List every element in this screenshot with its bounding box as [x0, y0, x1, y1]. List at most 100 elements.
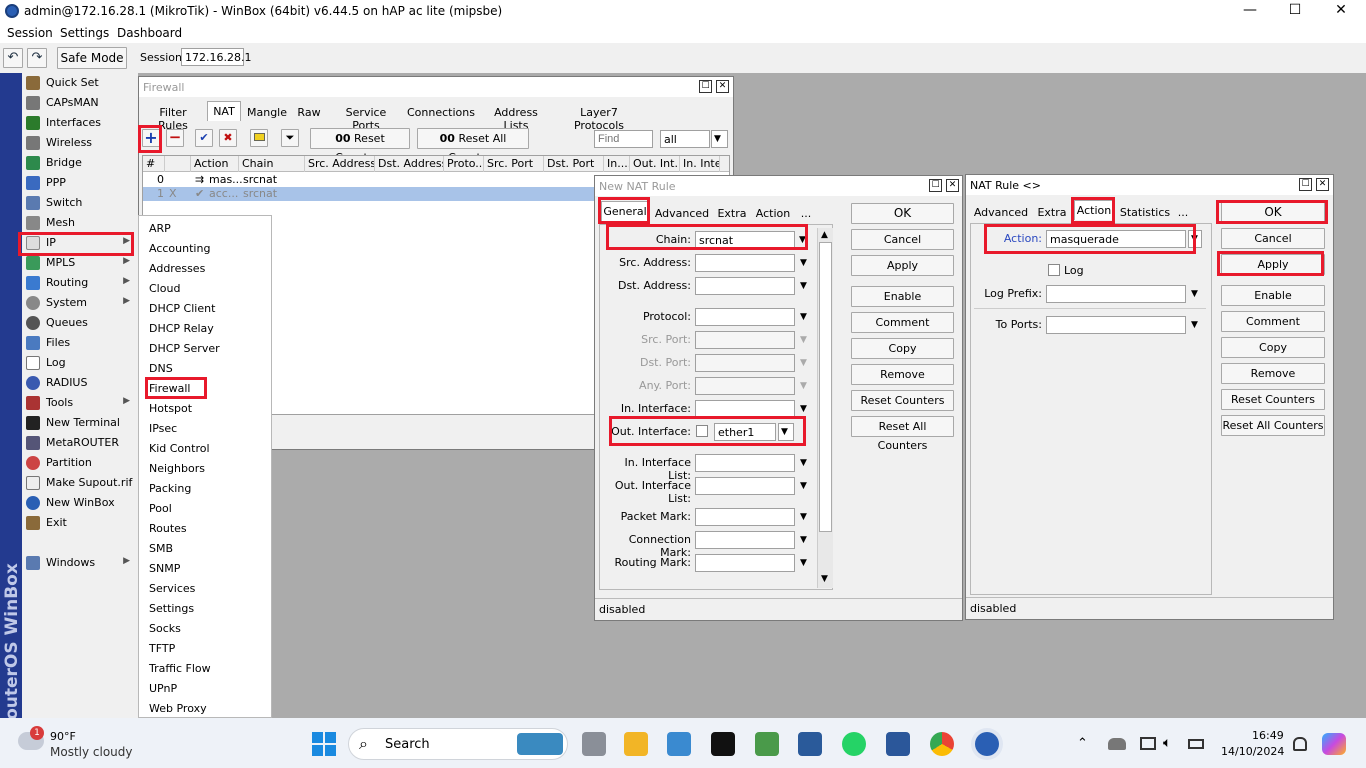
menu-item-socks[interactable]: Socks [149, 622, 181, 635]
sidebar-item-metarouter[interactable]: MetaROUTER [22, 433, 138, 453]
sidebar-item-tools[interactable]: Tools ▶ [22, 393, 138, 413]
menu-settings[interactable]: Settings [60, 26, 109, 40]
chain-field[interactable]: srcnat [695, 231, 795, 249]
src-address-dropdown-icon[interactable]: ▼ [800, 258, 807, 268]
menu-item-cloud[interactable]: Cloud [149, 282, 180, 295]
tab-statistics[interactable]: Statistics [1118, 203, 1172, 223]
tab-service-ports[interactable]: Service Ports [332, 103, 400, 132]
out-interface-dropdown-icon[interactable]: ▼ [778, 423, 794, 441]
col-number[interactable]: # [143, 156, 165, 172]
network-status-icon[interactable] [1108, 738, 1126, 750]
cancel-button[interactable]: Cancel [1221, 228, 1325, 249]
menu-item-tftp[interactable]: TFTP [149, 642, 175, 655]
protocol-field[interactable] [695, 308, 795, 326]
menu-item-dhcp-server[interactable]: DHCP Server [149, 342, 220, 355]
out-interface-list-dropdown-icon[interactable]: ▼ [800, 481, 807, 491]
weather-widget[interactable]: 1 90°F Mostly cloudy [18, 726, 138, 762]
safe-mode-button[interactable]: Safe Mode [57, 47, 127, 69]
tab-nat[interactable]: NAT [207, 101, 241, 121]
action-dropdown-icon[interactable]: ▼ [1188, 230, 1202, 248]
form-scrollbar[interactable]: ▲ ▼ [817, 228, 833, 588]
menu-item-hotspot[interactable]: Hotspot [149, 402, 192, 415]
sidebar-item-mpls[interactable]: MPLS ▶ [22, 253, 138, 273]
sidebar-item-switch[interactable]: Switch [22, 193, 138, 213]
virtualbox-icon[interactable] [798, 732, 822, 756]
sidebar-item-ip[interactable]: IP ▶ [22, 233, 138, 253]
sidebar-item-log[interactable]: Log [22, 353, 138, 373]
in-interface-field[interactable] [695, 400, 795, 418]
comment-button[interactable]: Comment [851, 312, 954, 333]
filter-dropdown-arrow[interactable]: ▼ [711, 130, 728, 148]
chain-dropdown-icon[interactable]: ▼ [799, 235, 806, 245]
close-icon[interactable]: ✕ [946, 179, 959, 192]
col-src-port[interactable]: Src. Port [484, 156, 544, 172]
reset-counters-button[interactable]: Reset Counters [851, 390, 954, 411]
menu-item-upnp[interactable]: UPnP [149, 682, 177, 695]
menu-item-smb[interactable]: SMB [149, 542, 173, 555]
undo-button[interactable]: ↶ [3, 48, 23, 68]
col-in-interface[interactable]: In.... [604, 156, 630, 172]
tab-action[interactable]: Action [754, 204, 792, 224]
copy-button[interactable]: Copy [1221, 337, 1325, 358]
filter-select[interactable]: all [660, 130, 710, 148]
sidebar-item-mesh[interactable]: Mesh [22, 213, 138, 233]
sidebar-item-ppp[interactable]: PPP [22, 173, 138, 193]
reset-all-counters-button[interactable]: 00 Reset All Counters [417, 128, 529, 164]
comment-button[interactable]: Comment [1221, 311, 1325, 332]
notification-bell-icon[interactable] [1293, 737, 1307, 751]
to-ports-field[interactable] [1046, 316, 1186, 334]
sidebar-item-capsman[interactable]: CAPsMAN [22, 93, 138, 113]
tab-connections[interactable]: Connections [407, 103, 475, 123]
protocol-dropdown-icon[interactable]: ▼ [800, 312, 807, 322]
menu-item-arp[interactable]: ARP [149, 222, 171, 235]
menu-item-packing[interactable]: Packing [149, 482, 191, 495]
sidebar-item-files[interactable]: Files [22, 333, 138, 353]
packet-mark-field[interactable] [695, 508, 795, 526]
tab-layer7-protocols[interactable]: Layer7 Protocols [557, 103, 641, 132]
menu-item-dhcp-relay[interactable]: DHCP Relay [149, 322, 214, 335]
clock-date[interactable]: 14/10/2024 [1221, 745, 1284, 758]
disable-button[interactable]: ✖ [219, 129, 237, 147]
chrome-icon[interactable] [930, 732, 954, 756]
filter-button[interactable]: ⏷ [281, 129, 299, 147]
close-icon[interactable]: ✕ [716, 80, 729, 93]
sidebar-item-new-terminal[interactable]: New Terminal [22, 413, 138, 433]
menu-item-pool[interactable]: Pool [149, 502, 172, 515]
word-icon[interactable] [886, 732, 910, 756]
col-flag[interactable] [165, 156, 191, 172]
enable-button[interactable]: Enable [1221, 285, 1325, 306]
in-interface-list-dropdown-icon[interactable]: ▼ [800, 458, 807, 468]
reset-all-counters-button[interactable]: Reset All Counters [851, 416, 954, 452]
menu-item-accounting[interactable]: Accounting [149, 242, 210, 255]
menu-item-firewall[interactable]: Firewall [149, 382, 190, 395]
sidebar-item-exit[interactable]: Exit [22, 513, 138, 533]
winbox-taskbar-icon[interactable] [975, 732, 999, 756]
sidebar-item-quick-set[interactable]: Quick Set [22, 73, 138, 93]
reset-counters-button[interactable]: 00 Reset Counters [310, 128, 410, 164]
log-prefix-field[interactable] [1046, 285, 1186, 303]
log-prefix-dropdown-icon[interactable]: ▼ [1191, 289, 1198, 299]
task-view-icon[interactable] [582, 732, 606, 756]
tab-advanced[interactable]: Advanced [653, 204, 711, 224]
menu-item-neighbors[interactable]: Neighbors [149, 462, 205, 475]
taskbar-search[interactable]: ⌕ Search [348, 728, 568, 760]
col-action[interactable]: Action [191, 156, 239, 172]
out-interface-negate-checkbox[interactable] [696, 425, 708, 437]
menu-item-addresses[interactable]: Addresses [149, 262, 205, 275]
routing-mark-dropdown-icon[interactable]: ▼ [800, 558, 807, 568]
scroll-up-icon[interactable]: ▲ [821, 230, 828, 240]
col-src-address[interactable]: Src. Address [305, 156, 375, 172]
menu-item-snmp[interactable]: SNMP [149, 562, 180, 575]
out-interface-list-field[interactable] [695, 477, 795, 495]
maximize-icon[interactable]: ☐ [1280, 2, 1310, 18]
enable-button[interactable]: ✔ [195, 129, 213, 147]
menu-item-settings[interactable]: Settings [149, 602, 194, 615]
minimize-icon[interactable]: — [1235, 2, 1265, 18]
scroll-thumb[interactable] [819, 242, 832, 532]
whatsapp-icon[interactable] [842, 732, 866, 756]
remove-button[interactable]: Remove [851, 364, 954, 385]
start-button[interactable] [312, 732, 336, 756]
connection-mark-field[interactable] [695, 531, 795, 549]
col-in-interface-list[interactable]: In. Inte [680, 156, 720, 172]
menu-session[interactable]: Session [7, 26, 53, 40]
